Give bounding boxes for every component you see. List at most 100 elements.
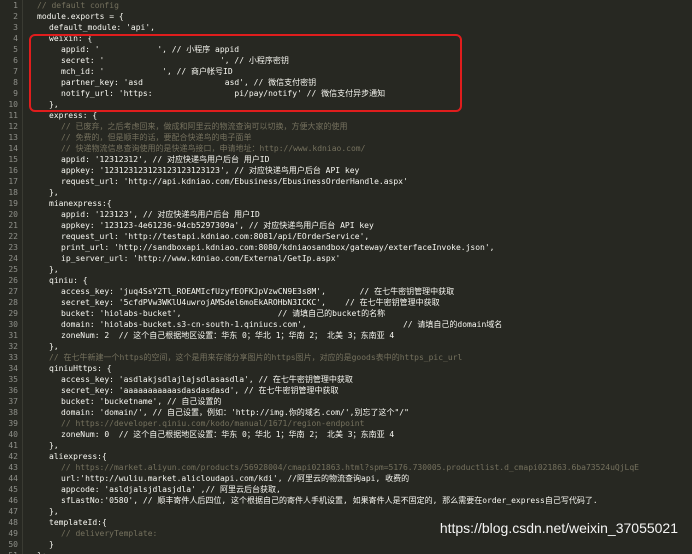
code-line[interactable]: 23 print_url: 'http://sandboxapi.kdniao.c… (8, 242, 692, 253)
code-line[interactable]: 37 bucket: 'bucketname', // 自己设置的 (8, 396, 692, 407)
code-line[interactable]: 39 // https://developer.qiniu.com/kodo/ma… (8, 418, 692, 429)
line-number: 2 (13, 12, 18, 21)
line-number: 16 (8, 166, 18, 175)
code-line[interactable]: 18}, (8, 187, 692, 198)
line-number: 5 (13, 45, 18, 54)
line-number: 43 (8, 463, 18, 472)
code-line[interactable]: 20 appid: '123123', // 对应快递鸟用户后台 用户ID (8, 209, 692, 220)
code-line[interactable]: 2 module.exports = { (13, 11, 692, 22)
code-line[interactable]: 14 // 快递物流信息查询使用的是快递鸟接口，申请地址：http://www.k… (8, 143, 692, 154)
line-number: 27 (8, 287, 18, 296)
code-line[interactable]: 34 qiniuHttps: { (8, 363, 692, 374)
code-text: }, (49, 265, 59, 274)
code-text: appid: '12312312', // 对应快递鸟用户后台 用户ID (61, 155, 270, 164)
code-line[interactable]: 38 domain: 'domain/', // 自己设置，例如：'http://… (8, 407, 692, 418)
code-line[interactable]: 35 access_key: 'asdlakjsdlajlajsdlasasdla… (8, 374, 692, 385)
line-number: 19 (8, 199, 18, 208)
code-line[interactable]: 36 secret_key: 'aaaaaaaaaaasdasdasdasd', … (8, 385, 692, 396)
code-line[interactable]: 24 ip_server_url: 'http://www.kdniao.com/… (8, 253, 692, 264)
line-number: 12 (8, 122, 18, 131)
line-number: 28 (8, 298, 18, 307)
code-line[interactable]: 47}, (8, 506, 692, 517)
line-number: 41 (8, 441, 18, 450)
code-line[interactable]: 33 // 在七牛新建一个https的空间，这个是用来存储分享图片的https图片… (8, 352, 692, 363)
line-number: 36 (8, 386, 18, 395)
line-number: 44 (8, 474, 18, 483)
line-number: 45 (8, 485, 18, 494)
code-line[interactable]: 32}, (8, 341, 692, 352)
line-number: 48 (8, 518, 18, 527)
code-text: aliexpress:{ (49, 452, 107, 461)
line-number: 6 (13, 56, 18, 65)
code-line[interactable]: 43 // https://market.aliyun.com/products/… (8, 462, 692, 473)
code-text: // 免费的，但是顺丰的话，要配合快递鸟的电子面单 (61, 133, 252, 142)
code-text: ip_server_url: 'http://www.kdniao.com/Ex… (61, 254, 341, 263)
code-line[interactable]: 46 sfLastNo:'0580', // 顺丰寄件人后四位, 这个根据自己的寄… (8, 495, 692, 506)
line-number: 22 (8, 232, 18, 241)
code-line[interactable]: 30 domain: 'hiolabs-bucket.s3-cn-south-1.… (8, 319, 692, 330)
code-line[interactable]: 31 zoneNum: 2 // 这个自己根据地区设置：华东 0；华北 1；华南 … (8, 330, 692, 341)
highlight-box-weixin (29, 34, 462, 112)
code-text: bucket: 'hiolabs-bucket', // 请填自己的bucket… (61, 309, 386, 318)
code-text: access_key: 'juq4SsY2Tl_ROEAMIcfUzyfEOFK… (61, 287, 455, 296)
line-number: 4 (13, 34, 18, 43)
code-line[interactable]: 40 zoneNum: 0 // 这个自己根据地区设置：华东 0；华北 1；华南 … (8, 429, 692, 440)
code-text: appkey: '123123-4e61236-94cb5297309a', /… (61, 221, 374, 230)
code-text: zoneNum: 0 // 这个自己根据地区设置：华东 0；华北 1；华南 2；… (61, 430, 395, 439)
code-line[interactable]: 45 appcode: 'asldjalsjdlasjdla' ,// 阿里云后台… (8, 484, 692, 495)
line-number: 34 (8, 364, 18, 373)
line-number: 20 (8, 210, 18, 219)
code-line[interactable]: 44 url:'http://wuliu.market.alicloudapi.c… (8, 473, 692, 484)
line-number: 35 (8, 375, 18, 384)
code-text: // 快递物流信息查询使用的是快递鸟接口，申请地址：http://www.kdn… (61, 144, 366, 153)
code-text: access_key: 'asdlakjsdlajlajsdlasasdla',… (61, 375, 353, 384)
code-line[interactable]: 25}, (8, 264, 692, 275)
code-line[interactable]: 42 aliexpress:{ (8, 451, 692, 462)
code-line[interactable]: 13 // 免费的，但是顺丰的话，要配合快递鸟的电子面单 (8, 132, 692, 143)
code-line[interactable]: 29 bucket: 'hiolabs-bucket', // 请填自己的buck… (8, 308, 692, 319)
code-line[interactable]: 27 access_key: 'juq4SsY2Tl_ROEAMIcfUzyfEO… (8, 286, 692, 297)
code-text: secret_key: '5cfdPVw3WKlU4uwrojAMSdel6mo… (61, 298, 440, 307)
code-text: qiniu: { (49, 276, 88, 285)
line-number: 29 (8, 309, 18, 318)
code-line[interactable]: 3 default_module: 'api', (13, 22, 692, 33)
line-number: 42 (8, 452, 18, 461)
code-line[interactable]: 1 // default config (13, 0, 692, 11)
code-text: // https://developer.qiniu.com/kodo/manu… (61, 419, 365, 428)
line-number: 11 (8, 111, 18, 120)
code-line[interactable]: 22 request_url: 'http://testapi.kdniao.co… (8, 231, 692, 242)
code-text: }; (37, 550, 47, 554)
line-number: 15 (8, 155, 18, 164)
code-line[interactable]: 16 appkey: '123123123123123123123123', //… (8, 165, 692, 176)
line-number: 10 (8, 100, 18, 109)
code-text: domain: 'domain/', // 自己设置，例如：'http://im… (61, 408, 409, 417)
code-line[interactable]: 51}; (8, 550, 692, 554)
line-number: 39 (8, 419, 18, 428)
line-number: 47 (8, 507, 18, 516)
code-line[interactable]: 17 request_url: 'http://api.kdniao.com/Eb… (8, 176, 692, 187)
code-editor[interactable]: 1 // default config 2 module.exports = {3 de… (0, 0, 692, 554)
code-text: request_url: 'http://api.kdniao.com/Ebus… (61, 177, 408, 186)
code-text: // 已废弃，之后考虑回来，做成和阿里云的物流查询可以切换，方便大家的使用 (61, 122, 348, 131)
code-text: request_url: 'http://testapi.kdniao.com:… (61, 232, 370, 241)
line-number: 32 (8, 342, 18, 351)
line-number: 24 (8, 254, 18, 263)
code-text: qiniuHttps: { (49, 364, 112, 373)
code-text: }, (49, 342, 59, 351)
code-line[interactable]: 28 secret_key: '5cfdPVw3WKlU4uwrojAMSdel6… (8, 297, 692, 308)
code-line[interactable]: 41}, (8, 440, 692, 451)
code-text: }, (49, 507, 59, 516)
code-line[interactable]: 50} (8, 539, 692, 550)
code-text: zoneNum: 2 // 这个自己根据地区设置：华东 0；华北 1；华南 2；… (61, 331, 395, 340)
line-number: 37 (8, 397, 18, 406)
watermark: https://blog.csdn.net/weixin_37055021 (439, 520, 678, 536)
code-text: templateId:{ (49, 518, 107, 527)
line-number: 40 (8, 430, 18, 439)
code-text: module.exports = { (37, 12, 124, 21)
code-line[interactable]: 19 mianexpress:{ (8, 198, 692, 209)
line-number: 8 (13, 78, 18, 87)
code-line[interactable]: 26 qiniu: { (8, 275, 692, 286)
code-line[interactable]: 15 appid: '12312312', // 对应快递鸟用户后台 用户ID (8, 154, 692, 165)
code-line[interactable]: 12 // 已废弃，之后考虑回来，做成和阿里云的物流查询可以切换，方便大家的使用 (8, 121, 692, 132)
code-line[interactable]: 21 appkey: '123123-4e61236-94cb5297309a',… (8, 220, 692, 231)
